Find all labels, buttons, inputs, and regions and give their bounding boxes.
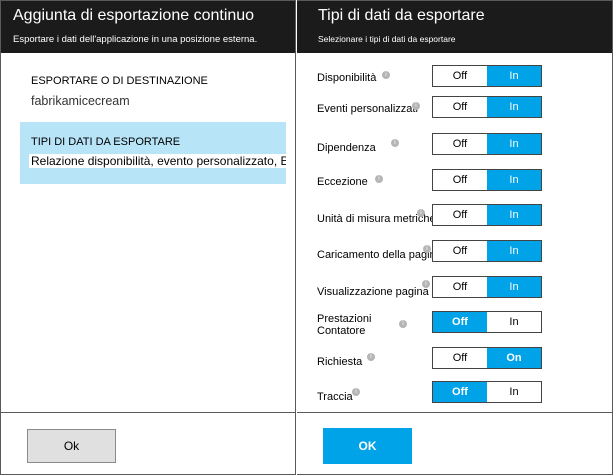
toggle-on-option[interactable]: In [487, 97, 541, 117]
blade-header: Tipi di dati da esportare Selezionare i … [297, 1, 612, 53]
export-destination-value: fabrikamicecream [31, 94, 130, 108]
ok-button[interactable]: Ok [27, 429, 116, 463]
toggle-off-option[interactable]: Off [433, 382, 487, 402]
footer-divider [297, 412, 612, 413]
data-type-toggle[interactable]: Off In [432, 169, 542, 191]
export-destination-label: ESPORTARE O DI DESTINAZIONE [31, 75, 208, 87]
toggle-off-option[interactable]: Off [433, 97, 487, 117]
toggle-on-option[interactable]: In [487, 382, 541, 402]
info-icon[interactable]: i [399, 320, 407, 328]
toggle-on-option[interactable]: In [487, 205, 541, 225]
data-type-row: Disponibilità i Off In [297, 65, 612, 93]
data-type-toggle[interactable]: Off In [432, 65, 542, 87]
data-type-toggle[interactable]: Off In [432, 204, 542, 226]
toggle-off-option[interactable]: Off [433, 312, 487, 332]
data-type-row: Visualizzazione pagina i Off In [297, 276, 612, 304]
data-type-row: Dipendenza i Off In [297, 133, 612, 161]
data-type-label: Disponibilità [317, 72, 377, 84]
toggle-on-option[interactable]: In [487, 312, 541, 332]
toggle-on-option[interactable]: In [487, 170, 541, 190]
blade-subtitle: Esportare i dati dell'applicazione in un… [13, 34, 258, 45]
toggle-off-option[interactable]: Off [433, 205, 487, 225]
data-type-toggle[interactable]: Off In [432, 133, 542, 155]
toggle-on-option[interactable]: In [487, 277, 541, 297]
data-type-toggle[interactable]: Off On [432, 347, 542, 369]
blade-title: Aggiunta di esportazione continuo [13, 7, 255, 24]
data-type-row: Eventi personalizzati i Off In [297, 96, 612, 124]
toggle-off-option[interactable]: Off [433, 170, 487, 190]
info-icon[interactable]: i [375, 175, 383, 183]
data-type-toggle[interactable]: Off In [432, 96, 542, 118]
data-type-toggle[interactable]: Off In [432, 240, 542, 262]
data-types-label: TIPI DI DATI DA ESPORTARE [31, 136, 181, 148]
info-icon[interactable]: i [382, 71, 390, 79]
data-type-label: Visualizzazione pagina [317, 286, 429, 298]
footer-divider [1, 412, 295, 413]
data-type-label: Prestazioni Contatore [317, 313, 372, 337]
info-icon[interactable]: i [367, 353, 375, 361]
data-type-toggle[interactable]: Off In [432, 381, 542, 403]
ok-button[interactable]: OK [323, 428, 412, 464]
info-icon[interactable]: i [412, 102, 420, 110]
data-type-row: Unità di misura metriche i Off In [297, 204, 612, 232]
data-type-label: Richiesta [317, 356, 363, 368]
data-type-row: Traccia i Off In [297, 381, 612, 409]
data-type-row: Caricamento della pagina i Off In [297, 240, 612, 268]
blade-header: Aggiunta di esportazione continuo Esport… [1, 1, 295, 53]
toggle-off-option[interactable]: Off [433, 241, 487, 261]
data-type-toggle[interactable]: Off In [432, 311, 542, 333]
toggle-off-option[interactable]: Off [433, 66, 487, 86]
toggle-on-option[interactable]: On [487, 348, 541, 368]
data-types-value: Relazione disponibilità, evento personal… [29, 154, 286, 168]
data-types-section[interactable]: TIPI DI DATI DA ESPORTARE Relazione disp… [20, 122, 286, 184]
blade-title: Tipi di dati da esportare [318, 7, 485, 24]
data-type-label: Traccia [317, 391, 353, 403]
data-type-toggle[interactable]: Off In [432, 276, 542, 298]
toggle-off-option[interactable]: Off [433, 277, 487, 297]
toggle-on-option[interactable]: In [487, 66, 541, 86]
toggle-on-option[interactable]: In [487, 134, 541, 154]
info-icon[interactable]: i [422, 280, 430, 288]
data-type-label: Eventi personalizzati [317, 103, 418, 115]
toggle-on-option[interactable]: In [487, 241, 541, 261]
info-icon[interactable]: i [352, 388, 360, 396]
data-type-row: Eccezione i Off In [297, 169, 612, 197]
data-types-blade: Tipi di dati da esportare Selezionare i … [297, 0, 613, 475]
toggle-off-option[interactable]: Off [433, 134, 487, 154]
info-icon[interactable]: i [391, 139, 399, 147]
add-continuous-export-blade: Aggiunta di esportazione continuo Esport… [0, 0, 296, 475]
blade-subtitle: Selezionare i tipi di dati da esportare [318, 34, 456, 44]
info-icon[interactable]: i [423, 245, 431, 253]
data-type-row: Prestazioni Contatore i Off In [297, 311, 612, 339]
export-destination-section[interactable]: ESPORTARE O DI DESTINAZIONE fabrikamicec… [20, 67, 286, 115]
data-type-row: Richiesta i Off On [297, 347, 612, 375]
info-icon[interactable]: i [417, 209, 425, 217]
data-type-label: Eccezione [317, 176, 368, 188]
data-type-label: Dipendenza [317, 142, 376, 154]
toggle-off-option[interactable]: Off [433, 348, 487, 368]
